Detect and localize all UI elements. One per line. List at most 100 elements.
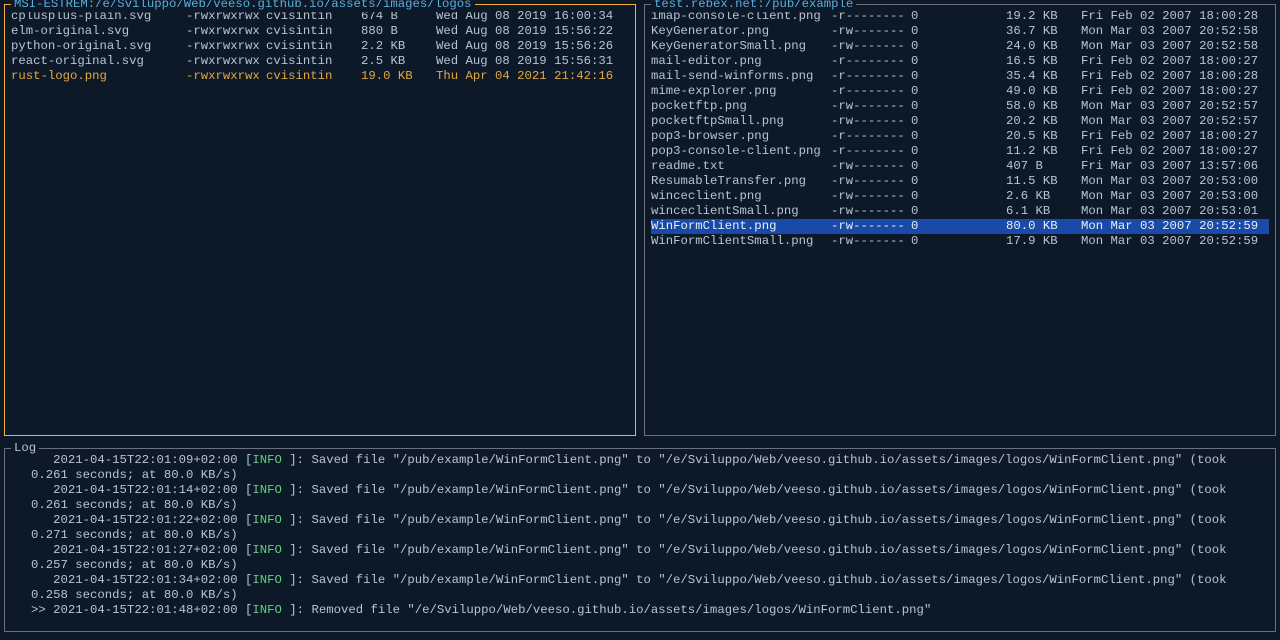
local-panel-title: MSI-ESTREM:/e/Sviluppo/Web/veeso.github.… bbox=[11, 0, 475, 12]
file-row[interactable]: pop3-console-client.png -r-------- 0 11.… bbox=[651, 144, 1269, 159]
log-message: Removed file "/e/Sviluppo/Web/veeso.gith… bbox=[311, 603, 931, 617]
file-row[interactable]: react-original.svg -rwxrwxrwx cvisintin … bbox=[11, 54, 629, 69]
file-date: Thu Apr 04 2021 21:42:16 bbox=[436, 69, 629, 84]
log-timestamp: 2021-04-15T22:01:14+02:00 bbox=[53, 483, 237, 497]
file-row[interactable]: winceclientSmall.png -rw------- 0 6.1 KB… bbox=[651, 204, 1269, 219]
file-size: 2.2 KB bbox=[361, 39, 436, 54]
file-date: Fri Mar 03 2007 13:57:06 bbox=[1081, 159, 1269, 174]
file-owner: 0 bbox=[911, 114, 1006, 129]
file-name: mail-editor.png bbox=[651, 54, 831, 69]
file-row[interactable]: WinFormClientSmall.png -rw------- 0 17.9… bbox=[651, 234, 1269, 249]
file-name: readme.txt bbox=[651, 159, 831, 174]
file-date: Mon Mar 03 2007 20:52:59 bbox=[1081, 219, 1269, 234]
file-owner: 0 bbox=[911, 189, 1006, 204]
file-row[interactable]: python-original.svg -rwxrwxrwx cvisintin… bbox=[11, 39, 629, 54]
file-owner: 0 bbox=[911, 9, 1006, 24]
file-perm: -r-------- bbox=[831, 144, 911, 159]
file-date: Mon Mar 03 2007 20:52:59 bbox=[1081, 234, 1269, 249]
file-size: 2.6 KB bbox=[1006, 189, 1081, 204]
file-size: 20.5 KB bbox=[1006, 129, 1081, 144]
file-owner: 0 bbox=[911, 24, 1006, 39]
file-owner: 0 bbox=[911, 144, 1006, 159]
file-size: 2.5 KB bbox=[361, 54, 436, 69]
file-date: Wed Aug 08 2019 15:56:22 bbox=[436, 24, 629, 39]
file-date: Mon Mar 03 2007 20:52:58 bbox=[1081, 39, 1269, 54]
file-perm: -rw------- bbox=[831, 219, 911, 234]
file-owner: 0 bbox=[911, 204, 1006, 219]
file-perm: -r-------- bbox=[831, 54, 911, 69]
file-owner: 0 bbox=[911, 219, 1006, 234]
file-owner: 0 bbox=[911, 159, 1006, 174]
file-owner: 0 bbox=[911, 129, 1006, 144]
log-line: 2021-04-15T22:01:34+02:00 [INFO ]: Saved… bbox=[11, 573, 1269, 603]
log-line: 2021-04-15T22:01:09+02:00 [INFO ]: Saved… bbox=[11, 453, 1269, 483]
file-date: Mon Mar 03 2007 20:53:00 bbox=[1081, 174, 1269, 189]
file-name: react-original.svg bbox=[11, 54, 186, 69]
log-panel-title: Log bbox=[11, 441, 39, 456]
file-owner: 0 bbox=[911, 69, 1006, 84]
file-row[interactable]: winceclient.png -rw------- 0 2.6 KB Mon … bbox=[651, 189, 1269, 204]
file-row[interactable]: mail-editor.png -r-------- 0 16.5 KB Fri… bbox=[651, 54, 1269, 69]
file-size: 36.7 KB bbox=[1006, 24, 1081, 39]
file-perm: -rw------- bbox=[831, 24, 911, 39]
file-owner: cvisintin bbox=[266, 69, 361, 84]
remote-panel[interactable]: test.rebex.net:/pub/example imap-console… bbox=[644, 4, 1276, 436]
file-perm: -r-------- bbox=[831, 84, 911, 99]
file-size: 35.4 KB bbox=[1006, 69, 1081, 84]
file-size: 407 B bbox=[1006, 159, 1081, 174]
file-perm: -rw------- bbox=[831, 234, 911, 249]
file-name: KeyGeneratorSmall.png bbox=[651, 39, 831, 54]
file-row[interactable]: KeyGenerator.png -rw------- 0 36.7 KB Mo… bbox=[651, 24, 1269, 39]
log-line: 2021-04-15T22:01:27+02:00 [INFO ]: Saved… bbox=[11, 543, 1269, 573]
file-row[interactable]: pop3-browser.png -r-------- 0 20.5 KB Fr… bbox=[651, 129, 1269, 144]
log-line: >> 2021-04-15T22:01:48+02:00 [INFO ]: Re… bbox=[11, 603, 1269, 618]
file-date: Wed Aug 08 2019 15:56:31 bbox=[436, 54, 629, 69]
log-level: INFO bbox=[252, 603, 282, 617]
file-row[interactable]: rust-logo.png -rwxrwxrwx cvisintin 19.0 … bbox=[11, 69, 629, 84]
file-perm: -rwxrwxrwx bbox=[186, 24, 266, 39]
file-perm: -rwxrwxrwx bbox=[186, 54, 266, 69]
log-line: 2021-04-15T22:01:22+02:00 [INFO ]: Saved… bbox=[11, 513, 1269, 543]
file-row[interactable]: ResumableTransfer.png -rw------- 0 11.5 … bbox=[651, 174, 1269, 189]
file-size: 11.5 KB bbox=[1006, 174, 1081, 189]
file-row[interactable]: mime-explorer.png -r-------- 0 49.0 KB F… bbox=[651, 84, 1269, 99]
file-size: 11.2 KB bbox=[1006, 144, 1081, 159]
file-row[interactable]: elm-original.svg -rwxrwxrwx cvisintin 88… bbox=[11, 24, 629, 39]
file-date: Fri Feb 02 2007 18:00:28 bbox=[1081, 69, 1269, 84]
file-name: elm-original.svg bbox=[11, 24, 186, 39]
file-row[interactable]: KeyGeneratorSmall.png -rw------- 0 24.0 … bbox=[651, 39, 1269, 54]
log-timestamp: 2021-04-15T22:01:27+02:00 bbox=[53, 543, 237, 557]
file-name: mail-send-winforms.png bbox=[651, 69, 831, 84]
file-name: pocketftp.png bbox=[651, 99, 831, 114]
file-perm: -rw------- bbox=[831, 159, 911, 174]
file-perm: -rw------- bbox=[831, 189, 911, 204]
file-row[interactable]: WinFormClient.png -rw------- 0 80.0 KB M… bbox=[651, 219, 1269, 234]
file-row[interactable]: pocketftpSmall.png -rw------- 0 20.2 KB … bbox=[651, 114, 1269, 129]
file-size: 20.2 KB bbox=[1006, 114, 1081, 129]
file-date: Mon Mar 03 2007 20:53:00 bbox=[1081, 189, 1269, 204]
log-level: INFO bbox=[252, 483, 282, 497]
file-name: rust-logo.png bbox=[11, 69, 186, 84]
file-date: Fri Feb 02 2007 18:00:28 bbox=[1081, 9, 1269, 24]
file-perm: -r-------- bbox=[831, 129, 911, 144]
file-perm: -rwxrwxrwx bbox=[186, 69, 266, 84]
file-name: winceclient.png bbox=[651, 189, 831, 204]
log-level: INFO bbox=[252, 543, 282, 557]
file-size: 58.0 KB bbox=[1006, 99, 1081, 114]
file-perm: -rwxrwxrwx bbox=[186, 39, 266, 54]
file-owner: 0 bbox=[911, 39, 1006, 54]
file-name: WinFormClientSmall.png bbox=[651, 234, 831, 249]
file-size: 17.9 KB bbox=[1006, 234, 1081, 249]
file-size: 80.0 KB bbox=[1006, 219, 1081, 234]
file-row[interactable]: mail-send-winforms.png -r-------- 0 35.4… bbox=[651, 69, 1269, 84]
file-row[interactable]: readme.txt -rw------- 0 407 B Fri Mar 03… bbox=[651, 159, 1269, 174]
file-size: 880 B bbox=[361, 24, 436, 39]
file-row[interactable]: pocketftp.png -rw------- 0 58.0 KB Mon M… bbox=[651, 99, 1269, 114]
file-size: 49.0 KB bbox=[1006, 84, 1081, 99]
file-date: Fri Feb 02 2007 18:00:27 bbox=[1081, 129, 1269, 144]
log-panel[interactable]: Log 2021-04-15T22:01:09+02:00 [INFO ]: S… bbox=[4, 448, 1276, 632]
log-timestamp: 2021-04-15T22:01:09+02:00 bbox=[53, 453, 237, 467]
local-panel[interactable]: MSI-ESTREM:/e/Sviluppo/Web/veeso.github.… bbox=[4, 4, 636, 436]
file-date: Mon Mar 03 2007 20:52:58 bbox=[1081, 24, 1269, 39]
file-perm: -rw------- bbox=[831, 174, 911, 189]
